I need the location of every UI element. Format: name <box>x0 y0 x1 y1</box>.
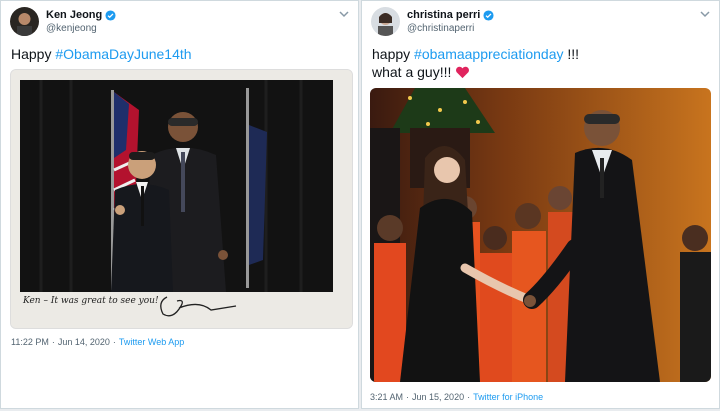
tweet-text: Happy #ObamaDayJune14th <box>11 46 192 63</box>
tweet-text-suffix: !!! <box>563 46 580 62</box>
tweet-source[interactable]: Twitter for iPhone <box>473 392 543 402</box>
meta-separator: · <box>51 337 55 347</box>
meta-separator: · <box>112 337 116 347</box>
meta-separator: · <box>467 392 471 402</box>
avatar[interactable] <box>10 7 39 36</box>
tweet-time[interactable]: 11:22 PM <box>11 337 49 347</box>
tweet-date[interactable]: Jun 15, 2020 <box>412 392 464 402</box>
author-name[interactable]: christina perri <box>407 9 480 21</box>
author-handle[interactable]: @kenjeong <box>46 23 97 34</box>
tweet-time[interactable]: 3:21 AM <box>370 392 403 402</box>
tweet-source[interactable]: Twitter Web App <box>119 337 184 347</box>
verified-icon <box>483 9 494 21</box>
tweet-text-prefix: happy <box>372 46 415 62</box>
avatar[interactable] <box>371 7 400 36</box>
tweet-photo[interactable] <box>370 88 711 382</box>
author-handle[interactable]: @christinaperri <box>407 23 474 34</box>
tweet-date[interactable]: Jun 14, 2020 <box>58 337 110 347</box>
tweet-text-line2: what a guy!!! <box>372 64 470 81</box>
author-name[interactable]: Ken Jeong <box>46 9 102 21</box>
tweet-text-line2-text: what a guy!!! <box>372 64 456 80</box>
verified-icon <box>105 9 116 21</box>
photo-inscription: Ken – It was great to see you! <box>23 296 159 306</box>
hashtag-link[interactable]: #obamaappreciationday <box>414 46 563 62</box>
tweet-meta: 11:22 PM · Jun 14, 2020 · Twitter Web Ap… <box>11 337 184 347</box>
meta-separator: · <box>406 392 410 402</box>
hashtag-link[interactable]: #ObamaDayJune14th <box>55 46 191 62</box>
tweet-photo[interactable]: Ken – It was great to see you! <box>10 69 353 329</box>
chevron-down-icon[interactable] <box>338 9 350 19</box>
tweet-text: happy #obamaappreciationday !!! <box>372 46 579 63</box>
tweet-text-prefix: Happy <box>11 46 56 62</box>
tweet-card-christina-perri: christina perri @christinaperri happy #o… <box>361 0 720 409</box>
tweet-card-ken-jeong: Ken Jeong @kenjeong Happy #ObamaDayJune1… <box>0 0 359 409</box>
tweet-meta: 3:21 AM · Jun 15, 2020 · Twitter for iPh… <box>370 392 543 402</box>
chevron-down-icon[interactable] <box>699 9 711 19</box>
heart-icon <box>456 66 470 79</box>
